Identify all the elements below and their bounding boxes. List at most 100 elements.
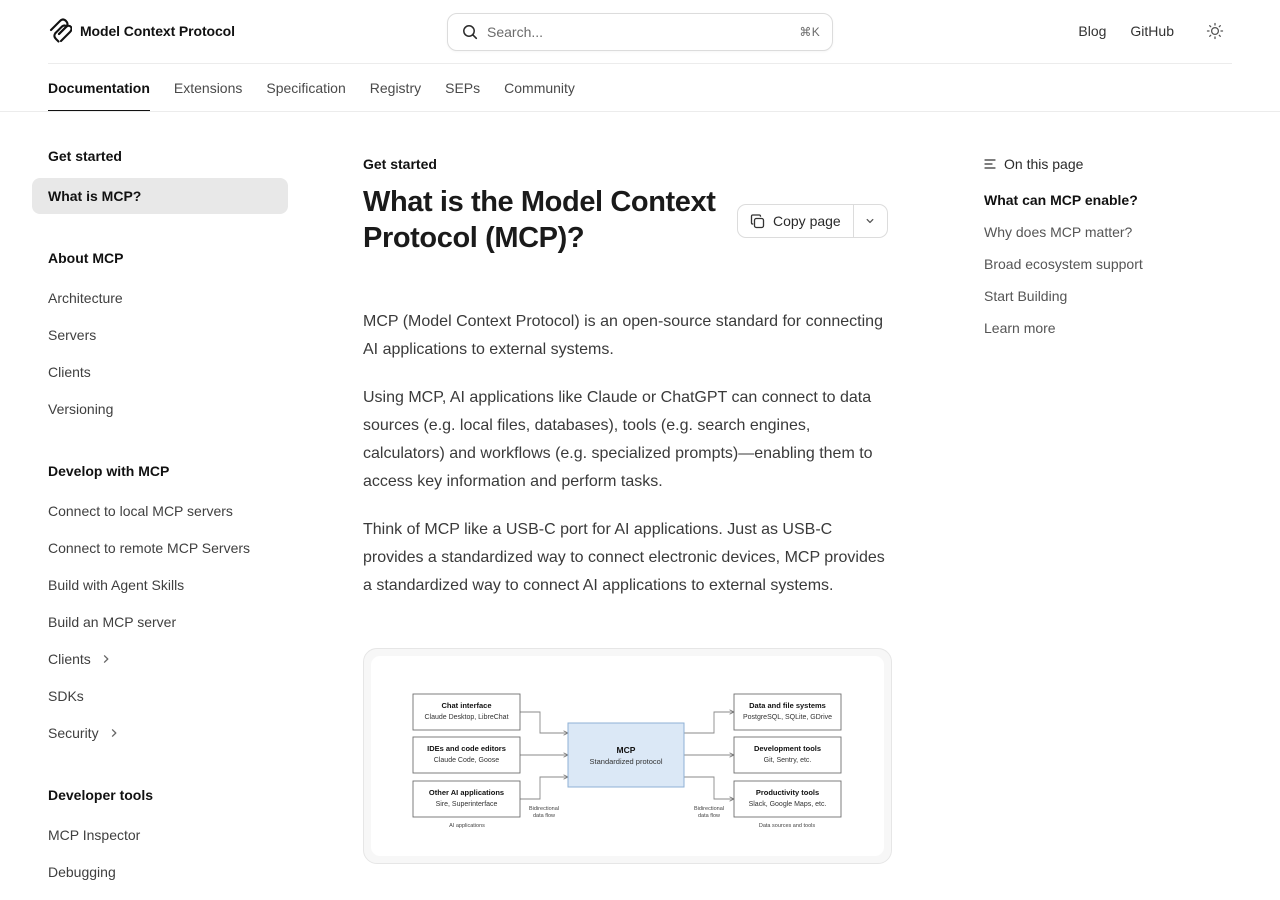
search-placeholder: Search... xyxy=(487,24,544,40)
sidebar-item-clients-expand[interactable]: Clients xyxy=(32,641,288,677)
left-node-2: Other AI applications Sire, Superinterfac… xyxy=(412,780,521,818)
connector-right-0 xyxy=(684,712,734,733)
search-bar[interactable]: Search... ⌘K xyxy=(447,13,833,51)
diagram-left-column: Chat interface Claude Desktop, LibreChat I… xyxy=(412,693,521,818)
sidebar-item-clients[interactable]: Clients xyxy=(32,354,288,390)
toc-item-what-can-mcp-enable[interactable]: What can MCP enable? xyxy=(984,192,1138,208)
chevron-down-icon xyxy=(866,218,874,224)
copy-page-group: Copy page xyxy=(737,204,888,238)
diagram-right-column: Data and file systems PostgreSQL, SQLite,… xyxy=(733,693,842,818)
copy-options-dropdown[interactable] xyxy=(854,205,887,237)
flow-label-left: Bidirectional xyxy=(529,806,559,812)
connector-left-2 xyxy=(520,777,568,799)
section-eyebrow: Get started xyxy=(363,156,437,172)
mcp-node-title: MCP xyxy=(617,745,636,755)
toc-heading: On this page xyxy=(984,156,1083,172)
architecture-figure: Chat interface Claude Desktop, LibreChat I… xyxy=(363,648,892,864)
left-node-box xyxy=(412,693,521,731)
toc-item-learn-more[interactable]: Learn more xyxy=(984,320,1056,336)
toc-item-ecosystem[interactable]: Broad ecosystem support xyxy=(984,256,1143,272)
sidebar-group-title: Develop with MCP xyxy=(48,463,170,479)
right-node-1: Development tools Git, Sentry, etc. xyxy=(733,736,842,774)
sidebar-group-title: Get started xyxy=(48,148,122,164)
left-node-subtitle: Sire, Superinterface xyxy=(436,801,498,808)
connector-right-2 xyxy=(684,777,734,799)
right-node-2: Productivity tools Slack, Google Maps, et… xyxy=(733,780,842,818)
chevron-right-icon xyxy=(103,655,109,663)
search-shortcut: ⌘K xyxy=(799,25,820,39)
left-node-title: Other AI applications xyxy=(429,788,504,797)
header-links: Blog GitHub xyxy=(1078,22,1224,40)
sidebar-item-security[interactable]: Security xyxy=(32,715,288,751)
sidebar-item-servers[interactable]: Servers xyxy=(32,317,288,353)
tab-specification[interactable]: Specification xyxy=(266,64,345,112)
sidebar-item-debugging[interactable]: Debugging xyxy=(32,854,288,890)
main-nav-tabs: Documentation Extensions Specification R… xyxy=(48,64,575,112)
sidebar-item-label: Security xyxy=(48,725,99,741)
sidebar-item-architecture[interactable]: Architecture xyxy=(32,280,288,316)
copy-page-label: Copy page xyxy=(773,213,841,229)
sidebar-item-connect-local[interactable]: Connect to local MCP servers xyxy=(32,493,288,529)
left-node-1: IDEs and code editors Claude Code, Goose xyxy=(412,736,521,774)
right-node-subtitle: Slack, Google Maps, etc. xyxy=(749,801,827,808)
sidebar-item-label: Clients xyxy=(48,651,91,667)
figure-canvas: Chat interface Claude Desktop, LibreChat I… xyxy=(371,656,884,856)
right-node-box xyxy=(733,736,842,774)
left-node-title: IDEs and code editors xyxy=(427,744,506,753)
tab-registry[interactable]: Registry xyxy=(370,64,421,112)
right-node-subtitle: PostgreSQL, SQLite, GDrive xyxy=(743,714,832,721)
sun-icon[interactable] xyxy=(1206,22,1224,40)
search-icon xyxy=(463,25,478,40)
diagram-center-node: MCP Standardized protocol xyxy=(567,722,685,788)
sidebar-item-agent-skills[interactable]: Build with Agent Skills xyxy=(32,567,288,603)
chevron-right-icon xyxy=(111,729,117,737)
sidebar-item-build-server[interactable]: Build an MCP server xyxy=(32,604,288,640)
left-node-box xyxy=(412,736,521,774)
flow-label-left-2: data flow xyxy=(533,813,555,819)
tab-extensions[interactable]: Extensions xyxy=(174,64,242,112)
mcp-node-box xyxy=(567,722,685,788)
tabs-divider xyxy=(0,111,1280,112)
logo-link[interactable]: Model Context Protocol xyxy=(48,18,235,44)
body-paragraph: Using MCP, AI applications like Claude o… xyxy=(363,389,873,490)
mcp-architecture-diagram: Chat interface Claude Desktop, LibreChat I… xyxy=(412,693,842,829)
right-node-box xyxy=(733,693,842,731)
toc-item-why-mcp-matters[interactable]: Why does MCP matter? xyxy=(984,224,1132,240)
flow-label-right-2: data flow xyxy=(698,813,720,819)
sidebar-item-sdks[interactable]: SDKs xyxy=(32,678,288,714)
toc-item-start-building[interactable]: Start Building xyxy=(984,288,1067,304)
left-node-0: Chat interface Claude Desktop, LibreChat xyxy=(412,693,521,731)
right-node-title: Development tools xyxy=(754,744,821,753)
tab-community[interactable]: Community xyxy=(504,64,575,112)
connector-left-0 xyxy=(520,712,568,733)
body-paragraph: Think of MCP like a USB-C port for AI ap… xyxy=(363,521,885,594)
sidebar-group-title: About MCP xyxy=(48,250,124,266)
right-node-0: Data and file systems PostgreSQL, SQLite,… xyxy=(733,693,842,731)
sidebar-item-versioning[interactable]: Versioning xyxy=(32,391,288,427)
flow-label-right: Bidirectional xyxy=(694,806,724,812)
right-column-caption: Data sources and tools xyxy=(759,823,816,829)
left-node-title: Chat interface xyxy=(441,701,491,710)
top-bar: Model Context Protocol Search... ⌘K Blog… xyxy=(0,0,1280,64)
tab-seps[interactable]: SEPs xyxy=(445,64,480,112)
tab-documentation[interactable]: Documentation xyxy=(48,64,150,112)
sidebar-item-inspector[interactable]: MCP Inspector xyxy=(32,817,288,853)
github-link[interactable]: GitHub xyxy=(1130,23,1174,39)
page-title: What is the Model Context Protocol (MCP)… xyxy=(363,186,716,254)
left-node-subtitle: Claude Code, Goose xyxy=(434,757,499,764)
right-node-title: Data and file systems xyxy=(749,701,826,710)
toc-title: On this page xyxy=(1004,156,1084,172)
blog-link[interactable]: Blog xyxy=(1078,23,1106,39)
mcp-node-subtitle: Standardized protocol xyxy=(590,757,663,766)
copy-page-button[interactable]: Copy page xyxy=(738,205,854,237)
left-node-box xyxy=(412,780,521,818)
list-icon xyxy=(984,159,996,169)
logo-text: Model Context Protocol xyxy=(80,23,235,39)
mcp-logo-icon xyxy=(49,18,72,43)
left-column-caption: AI applications xyxy=(449,823,485,829)
sidebar-group-title: Developer tools xyxy=(48,787,154,803)
intro-paragraph: MCP (Model Context Protocol) is an open-… xyxy=(363,313,883,358)
right-node-subtitle: Git, Sentry, etc. xyxy=(764,757,812,764)
sidebar-item-connect-remote[interactable]: Connect to remote MCP Servers xyxy=(32,530,288,566)
sidebar-item-what-is-mcp[interactable]: What is MCP? xyxy=(32,178,288,214)
